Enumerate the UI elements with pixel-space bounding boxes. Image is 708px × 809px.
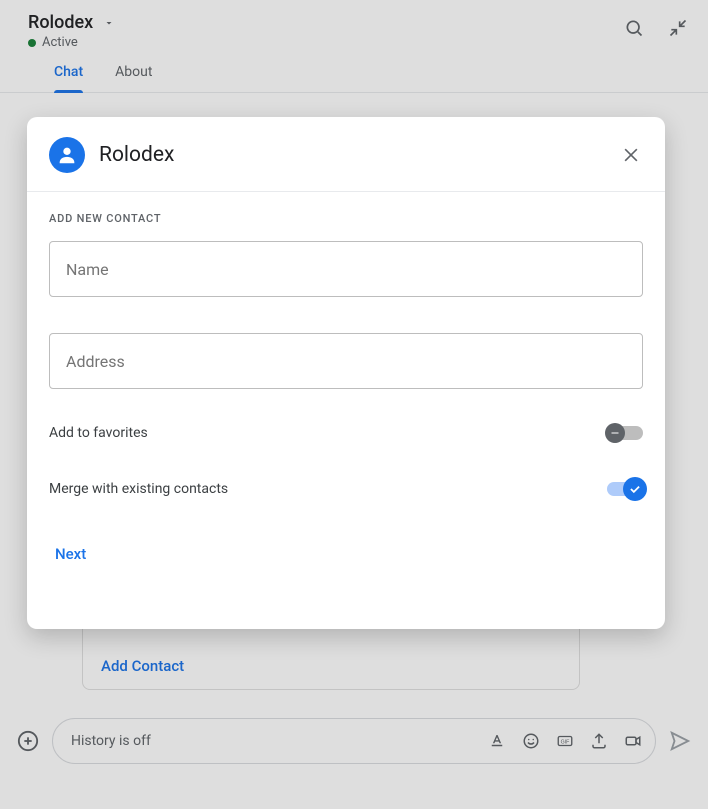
merge-label: Merge with existing contacts [49,481,228,497]
next-button[interactable]: Next [55,545,86,563]
section-label: ADD NEW CONTACT [49,212,643,225]
close-icon[interactable] [619,143,643,167]
address-placeholder: Address [66,352,125,371]
modal-dialog: Rolodex ADD NEW CONTACT Name Address Add… [27,117,665,629]
merge-toggle[interactable] [607,482,643,496]
favorites-toggle[interactable] [607,426,643,440]
name-field[interactable]: Name [49,241,643,297]
address-field[interactable]: Address [49,333,643,389]
name-placeholder: Name [66,260,109,279]
person-icon [49,137,85,173]
favorites-label: Add to favorites [49,425,148,441]
modal-title: Rolodex [99,143,619,167]
